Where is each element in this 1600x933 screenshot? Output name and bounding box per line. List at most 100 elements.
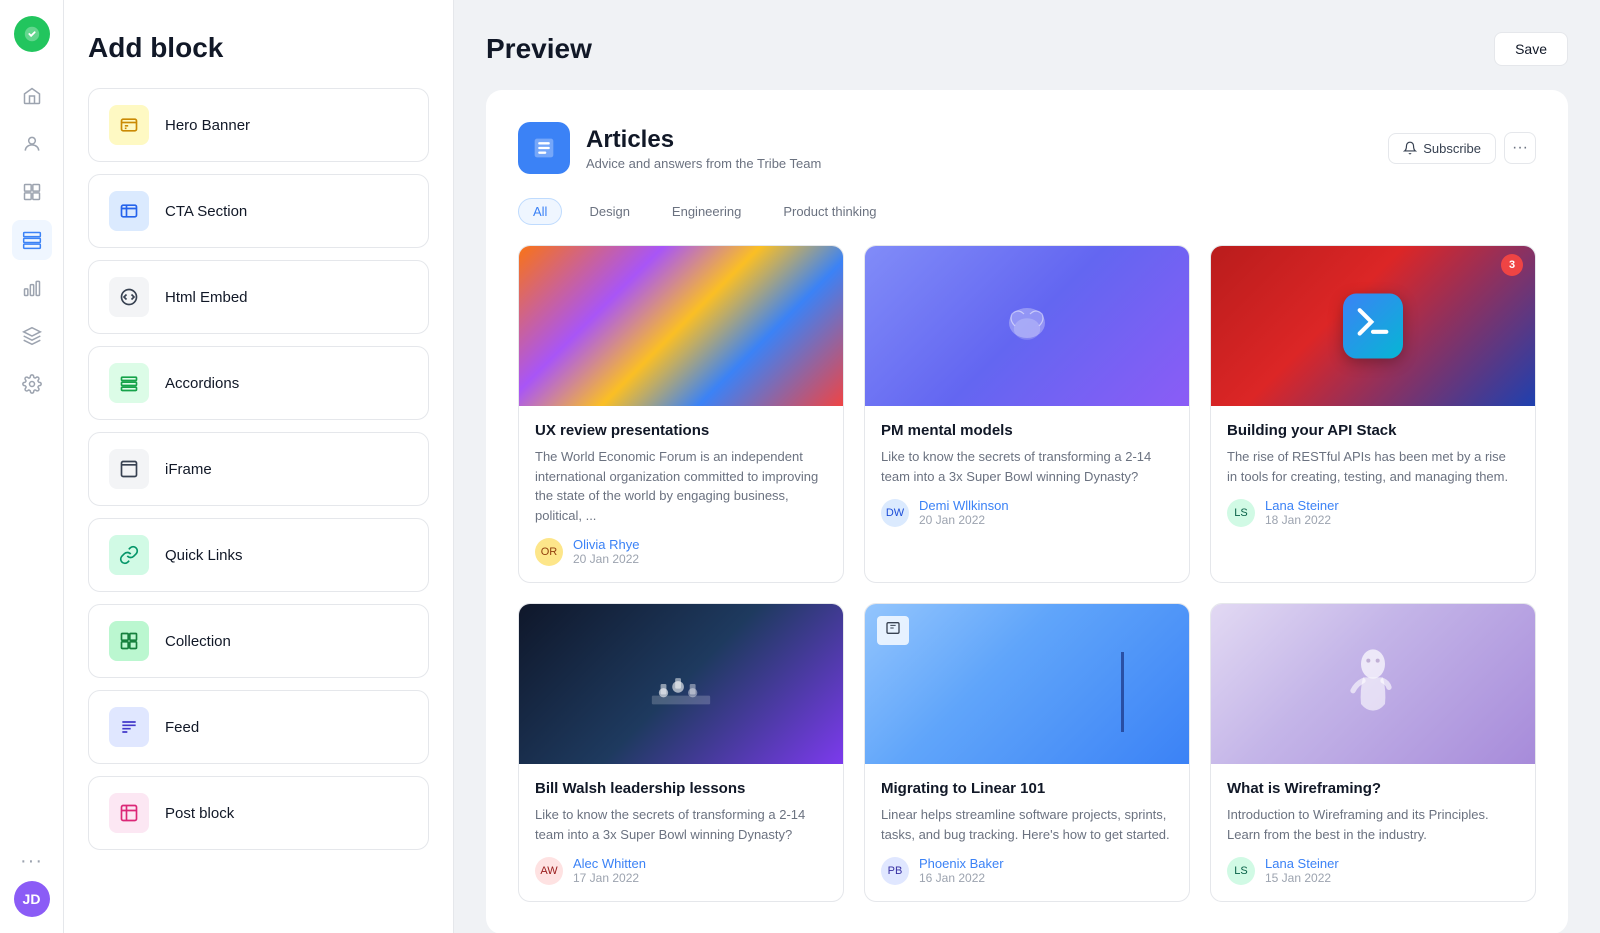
block-item-hero[interactable]: Hero Banner — [88, 88, 429, 162]
tag-engineering[interactable]: Engineering — [657, 198, 756, 225]
card-4-author: AW Alec Whitten 17 Jan 2022 — [535, 856, 827, 885]
iframe-icon — [109, 449, 149, 489]
card-1-author-name: Olivia Rhye — [573, 537, 639, 552]
tags-row: All Design Engineering Product thinking — [518, 198, 1536, 225]
bell-icon — [1403, 141, 1417, 155]
block-panel: Add block Hero Banner CTA Section — [64, 0, 454, 933]
statue-svg — [1338, 644, 1408, 724]
card-2-avatar: DW — [881, 499, 909, 527]
card-5-image — [865, 604, 1189, 764]
article-card-5[interactable]: Migrating to Linear 101 Linear helps str… — [864, 603, 1190, 902]
chess-svg — [646, 654, 716, 714]
card-6-avatar: LS — [1227, 857, 1255, 885]
article-card-2[interactable]: PM mental models Like to know the secret… — [864, 245, 1190, 583]
card-5-author: PB Phoenix Baker 16 Jan 2022 — [881, 856, 1173, 885]
article-card-6[interactable]: What is Wireframing? Introduction to Wir… — [1210, 603, 1536, 902]
nav-settings[interactable] — [12, 364, 52, 404]
article-card-4[interactable]: Bill Walsh leadership lessons Like to kn… — [518, 603, 844, 902]
card-1-author-date: 20 Jan 2022 — [573, 552, 639, 566]
card-6-desc: Introduction to Wireframing and its Prin… — [1227, 805, 1519, 844]
articles-header: Articles Advice and answers from the Tri… — [518, 122, 1536, 174]
card-6-body: What is Wireframing? Introduction to Wir… — [1211, 764, 1535, 901]
feed-icon — [109, 707, 149, 747]
articles-subtitle: Advice and answers from the Tribe Team — [586, 156, 821, 171]
nav-pages[interactable] — [12, 172, 52, 212]
brain-svg — [997, 296, 1057, 356]
card-3-image: 3 — [1211, 246, 1535, 406]
subscribe-label: Subscribe — [1423, 141, 1481, 156]
articles-logo — [518, 122, 570, 174]
card-6-title: What is Wireframing? — [1227, 780, 1519, 797]
nav-home[interactable] — [12, 76, 52, 116]
toggle-icon[interactable] — [14, 16, 50, 52]
card-5-title: Migrating to Linear 101 — [881, 780, 1173, 797]
card-2-body: PM mental models Like to know the secret… — [865, 406, 1189, 543]
post-icon — [109, 793, 149, 833]
articles-title-group: Articles Advice and answers from the Tri… — [518, 122, 821, 174]
cta-label: CTA Section — [165, 203, 247, 220]
article-card-1[interactable]: UX review presentations The World Econom… — [518, 245, 844, 583]
card-1-body: UX review presentations The World Econom… — [519, 406, 843, 582]
card-2-author-info: Demi Wllkinson 20 Jan 2022 — [919, 498, 1009, 527]
articles-actions: Subscribe ··· — [1388, 132, 1536, 164]
hero-label: Hero Banner — [165, 117, 250, 134]
card-5-author-name: Phoenix Baker — [919, 856, 1004, 871]
accordion-label: Accordions — [165, 375, 239, 392]
nav-blocks[interactable] — [12, 220, 52, 260]
html-label: Html Embed — [165, 289, 248, 306]
card-6-author-date: 15 Jan 2022 — [1265, 871, 1339, 885]
cta-icon — [109, 191, 149, 231]
block-item-iframe[interactable]: iFrame — [88, 432, 429, 506]
card-5-body: Migrating to Linear 101 Linear helps str… — [865, 764, 1189, 901]
more-options[interactable]: ··· — [20, 850, 43, 873]
block-item-collection[interactable]: Collection — [88, 604, 429, 678]
post-label: Post block — [165, 805, 234, 822]
card-4-desc: Like to know the secrets of transforming… — [535, 805, 827, 844]
block-item-cta[interactable]: CTA Section — [88, 174, 429, 248]
hero-icon — [109, 105, 149, 145]
card-6-author: LS Lana Steiner 15 Jan 2022 — [1227, 856, 1519, 885]
card-4-author-date: 17 Jan 2022 — [573, 871, 646, 885]
card-3-author-date: 18 Jan 2022 — [1265, 513, 1339, 527]
card-5-author-info: Phoenix Baker 16 Jan 2022 — [919, 856, 1004, 885]
block-item-feed[interactable]: Feed — [88, 690, 429, 764]
card-4-avatar: AW — [535, 857, 563, 885]
subscribe-button[interactable]: Subscribe — [1388, 133, 1496, 164]
card-5-desc: Linear helps streamline software project… — [881, 805, 1173, 844]
card-6-image — [1211, 604, 1535, 764]
card-3-author: LS Lana Steiner 18 Jan 2022 — [1227, 498, 1519, 527]
tag-design[interactable]: Design — [574, 198, 644, 225]
user-avatar[interactable]: JD — [14, 881, 50, 917]
block-item-post[interactable]: Post block — [88, 776, 429, 850]
preview-panel: Preview Save Articles Advice and answers… — [454, 0, 1600, 933]
link-icon — [109, 535, 149, 575]
card-4-image — [519, 604, 843, 764]
card-6-author-info: Lana Steiner 15 Jan 2022 — [1265, 856, 1339, 885]
block-item-accordion[interactable]: Accordions — [88, 346, 429, 420]
more-button[interactable]: ··· — [1504, 132, 1536, 164]
card-3-avatar: LS — [1227, 499, 1255, 527]
tag-all[interactable]: All — [518, 198, 562, 225]
card-5-avatar: PB — [881, 857, 909, 885]
block-item-quicklinks[interactable]: Quick Links — [88, 518, 429, 592]
card-3-author-name: Lana Steiner — [1265, 498, 1339, 513]
nav-users[interactable] — [12, 124, 52, 164]
tag-product[interactable]: Product thinking — [768, 198, 891, 225]
quicklinks-label: Quick Links — [165, 547, 243, 564]
articles-grid: UX review presentations The World Econom… — [518, 245, 1536, 902]
icon-sidebar: ··· JD — [0, 0, 64, 933]
article-card-3[interactable]: 3 Building your API Stack The rise of RE… — [1210, 245, 1536, 583]
block-item-html[interactable]: Html Embed — [88, 260, 429, 334]
card-6-author-name: Lana Steiner — [1265, 856, 1339, 871]
card-2-desc: Like to know the secrets of transforming… — [881, 447, 1173, 486]
articles-title: Articles — [586, 126, 821, 154]
card-1-desc: The World Economic Forum is an independe… — [535, 447, 827, 525]
nav-analytics[interactable] — [12, 268, 52, 308]
card-3-author-info: Lana Steiner 18 Jan 2022 — [1265, 498, 1339, 527]
nav-layers[interactable] — [12, 316, 52, 356]
collection-label: Collection — [165, 633, 231, 650]
accordion-icon — [109, 363, 149, 403]
html-icon — [109, 277, 149, 317]
save-button[interactable]: Save — [1494, 32, 1568, 66]
panel-title: Add block — [88, 32, 429, 64]
